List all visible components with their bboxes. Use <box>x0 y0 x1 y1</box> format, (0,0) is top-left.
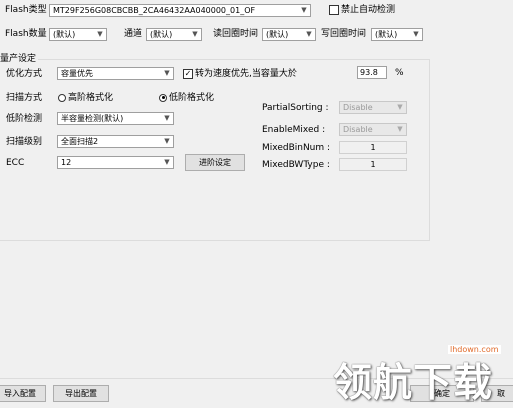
scan-level-select[interactable]: 全面扫描2 ▼ <box>57 135 174 148</box>
channel-label: 通道 <box>124 29 143 39</box>
speed-priority-checkbox[interactable]: ✓ 转为速度优先,当容量大於 <box>183 68 297 80</box>
read-timing-select[interactable]: (默认) ▼ <box>262 28 316 41</box>
chevron-down-icon: ▼ <box>161 113 173 124</box>
read-timing-value: (默认) <box>266 30 289 39</box>
low-level-detect-select[interactable]: 半容量检测(默认) ▼ <box>57 112 174 125</box>
chevron-down-icon: ▼ <box>161 136 173 147</box>
mass-production-title: 量产设定 <box>0 53 39 65</box>
mixed-bin-num-field[interactable]: 1 <box>339 141 407 154</box>
advanced-settings-button[interactable]: 进阶设定 <box>185 154 245 171</box>
watermark-logo: 领航下载 <box>333 360 494 406</box>
chevron-down-icon: ▼ <box>189 29 201 40</box>
chevron-down-icon: ▼ <box>394 102 406 113</box>
import-config-button[interactable]: 导入配置 <box>0 385 46 402</box>
chevron-down-icon: ▼ <box>161 157 173 168</box>
chevron-down-icon: ▼ <box>298 5 310 16</box>
write-timing-label: 写回圈时间 <box>321 29 367 39</box>
partial-sorting-label: PartialSorting : <box>262 103 329 113</box>
flash-type-select[interactable]: MT29F256G08CBCBB_2CA46432AA040000_01_OF … <box>49 4 311 17</box>
mixed-bw-type-label: MixedBWType : <box>262 160 330 170</box>
ecc-value: 12 <box>61 158 72 167</box>
partial-sorting-value: Disable <box>343 103 373 112</box>
low-level-detect-value: 半容量检测(默认) <box>61 114 124 123</box>
checkmark-icon: ✓ <box>183 68 193 79</box>
chevron-down-icon: ▼ <box>303 29 315 40</box>
speed-priority-label: 转为速度优先,当容量大於 <box>195 69 297 79</box>
flash-type-label: Flash类型 <box>5 5 47 15</box>
enable-mixed-select[interactable]: Disable ▼ <box>339 123 407 136</box>
enable-mixed-label: EnableMixed : <box>262 125 326 135</box>
scan-mode-label: 扫描方式 <box>6 93 43 103</box>
mixed-bw-type-field[interactable]: 1 <box>339 158 407 171</box>
read-timing-label: 读回圈时间 <box>213 29 259 39</box>
radio-low-label: 低阶格式化 <box>169 93 215 103</box>
radio-low-level-format[interactable]: 低阶格式化 <box>159 92 214 104</box>
radio-icon <box>58 93 66 102</box>
channel-value: (默认) <box>150 30 173 39</box>
export-config-button[interactable]: 导出配置 <box>53 385 109 402</box>
write-timing-select[interactable]: (默认) ▼ <box>371 28 423 41</box>
checkbox-icon <box>329 4 339 15</box>
chevron-down-icon: ▼ <box>410 29 422 40</box>
mixed-bin-num-label: MixedBinNum : <box>262 143 331 153</box>
chevron-down-icon: ▼ <box>394 124 406 135</box>
flash-count-value: (默认) <box>53 30 76 39</box>
enable-mixed-value: Disable <box>343 125 373 134</box>
threshold-input[interactable]: 93.8 <box>357 66 387 79</box>
ecc-select[interactable]: 12 ▼ <box>57 156 174 169</box>
flash-type-value: MT29F256G08CBCBB_2CA46432AA040000_01_OF <box>53 6 256 15</box>
scan-level-value: 全面扫描2 <box>61 137 99 146</box>
write-timing-value: (默认) <box>375 30 398 39</box>
radio-selected-icon <box>159 93 167 102</box>
threshold-unit: % <box>395 68 404 78</box>
disable-auto-detect-checkbox[interactable]: 禁止自动检测 <box>329 4 395 16</box>
flash-count-select[interactable]: (默认) ▼ <box>49 28 107 41</box>
optimize-value: 容量优先 <box>61 69 93 78</box>
radio-high-level-format[interactable]: 高阶格式化 <box>58 92 113 104</box>
low-level-detect-label: 低阶检测 <box>6 114 43 124</box>
scan-level-label: 扫描级别 <box>6 137 43 147</box>
chevron-down-icon: ▼ <box>94 29 106 40</box>
partial-sorting-select[interactable]: Disable ▼ <box>339 101 407 114</box>
optimize-label: 优化方式 <box>6 69 43 79</box>
radio-high-label: 高阶格式化 <box>68 93 114 103</box>
optimize-select[interactable]: 容量优先 ▼ <box>57 67 174 80</box>
chevron-down-icon: ▼ <box>161 68 173 79</box>
disable-auto-detect-label: 禁止自动检测 <box>341 5 396 15</box>
ecc-label: ECC <box>6 158 25 168</box>
channel-select[interactable]: (默认) ▼ <box>146 28 202 41</box>
flash-count-label: Flash数量 <box>5 29 47 39</box>
